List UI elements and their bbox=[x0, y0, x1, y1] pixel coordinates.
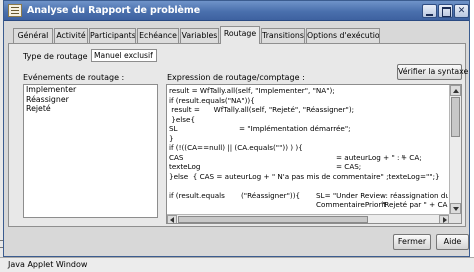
code-segment: }else { CAS = auteurLog + " N'a pas mis … bbox=[169, 171, 440, 181]
tab-ech-ance[interactable]: Echéance bbox=[137, 28, 179, 43]
code-segment: = auteurLog + " : " bbox=[336, 152, 406, 162]
routing-panel: Type de routage : Manuel exclusif Evénem… bbox=[8, 43, 468, 227]
horizontal-scrollbar[interactable] bbox=[167, 214, 449, 223]
code-segment: = "Implémentation démarrée"; bbox=[239, 124, 351, 133]
code-line: CAS = auteurLog + " : " + CA; bbox=[169, 153, 448, 163]
tab-transitions[interactable]: Transitions bbox=[261, 28, 305, 43]
code-segment: "Rejeté par " + CA bbox=[381, 200, 448, 209]
code-line: if (result.equals("NA")){ bbox=[169, 96, 448, 106]
close-window-button[interactable]: ✕ bbox=[454, 4, 469, 18]
list-item[interactable]: Rejeté bbox=[24, 104, 157, 114]
code-segment: if (!((CA==null) || (CA.equals("")) ) ){ bbox=[169, 143, 303, 152]
window-title: Analyse du Rapport de problème bbox=[27, 5, 201, 16]
minimize-button[interactable] bbox=[422, 4, 437, 18]
close-button[interactable]: Fermer bbox=[393, 234, 431, 250]
code-segment: SL= "Under Review: réassignation du RP d… bbox=[316, 190, 448, 200]
document-icon bbox=[8, 4, 22, 17]
tab-participants[interactable]: Participants bbox=[89, 28, 136, 43]
code-line: CommentairePriorit "Rejeté par " + CA bbox=[169, 200, 448, 210]
code-line: result = WfTally.all(self, "Rejeté", "Ré… bbox=[169, 105, 448, 115]
code-line: if (!((CA==null) || (CA.equals("")) ) ){ bbox=[169, 143, 448, 153]
horizontal-scroll-thumb[interactable] bbox=[178, 216, 368, 223]
code-text-area[interactable]: result = WfTally.all(self, "Implementer"… bbox=[167, 85, 448, 214]
routing-expression-label: Expression de routage/comptage : bbox=[167, 73, 305, 82]
list-item[interactable]: Implementer bbox=[24, 85, 157, 95]
tab-activit[interactable]: Activité bbox=[54, 28, 88, 43]
code-line: SL = "Implémentation démarrée"; bbox=[169, 124, 448, 134]
code-segment: result = WfTally.all(self, "Implementer"… bbox=[169, 86, 335, 95]
tab-g-n-ral[interactable]: Général bbox=[13, 28, 53, 43]
code-line: }else { CAS = auteurLog + " N'a pas mis … bbox=[169, 172, 448, 182]
tab-routage[interactable]: Routage bbox=[220, 26, 260, 44]
scroll-up-arrow-icon[interactable] bbox=[450, 85, 461, 96]
routing-type-label: Type de routage : bbox=[23, 52, 93, 61]
code-line: } bbox=[169, 134, 448, 144]
code-line: result = WfTally.all(self, "Implementer"… bbox=[169, 86, 448, 96]
code-segment: CommentairePriorit bbox=[316, 200, 387, 209]
code-segment: SL bbox=[169, 124, 178, 133]
code-line: texteLog = CAS; bbox=[169, 162, 448, 172]
code-segment: texteLog bbox=[169, 162, 201, 171]
code-segment: }else{ bbox=[169, 114, 196, 124]
code-line: }else{ bbox=[169, 115, 448, 125]
code-segment: if (result.equals("NA")){ bbox=[169, 95, 255, 105]
tab-bar: Général Activité Participants Echéance Varia… bbox=[8, 26, 466, 44]
code-line: if (result.equals ("Réassigner")){ SL= "Un… bbox=[169, 191, 448, 201]
vertical-scrollbar[interactable] bbox=[449, 85, 461, 214]
code-segment: CAS bbox=[169, 152, 184, 162]
verify-syntax-button[interactable]: Vérifier la syntaxe bbox=[397, 64, 468, 80]
tab-variables[interactable]: Variables bbox=[180, 28, 219, 43]
scroll-left-arrow-icon[interactable] bbox=[167, 215, 177, 223]
code-segment: + CA; bbox=[401, 152, 422, 162]
code-segment: if (result.equals bbox=[169, 190, 225, 200]
code-segment: = CAS; bbox=[336, 162, 362, 171]
applet-status-text: Java Applet Window bbox=[8, 260, 88, 269]
vertical-scroll-thumb[interactable] bbox=[451, 97, 460, 137]
routing-events-label: Evénements de routage : bbox=[23, 73, 125, 82]
dialog-window: Analyse du Rapport de problème ✕ Général… bbox=[3, 0, 470, 257]
maximize-button[interactable] bbox=[438, 4, 453, 18]
routing-type-field[interactable]: Manuel exclusif bbox=[91, 49, 157, 62]
code-segment: ("Réassigner")){ bbox=[241, 190, 301, 200]
tab-options-d-ex-cution[interactable]: Options d'exécution bbox=[306, 28, 380, 43]
code-segment: result = WfTally.all(self, "Rejeté", "Ré… bbox=[169, 105, 355, 114]
title-bar[interactable]: Analyse du Rapport de problème ✕ bbox=[4, 1, 469, 21]
routing-events-list[interactable]: Implementer Réassigner Rejeté bbox=[23, 84, 158, 218]
scroll-corner bbox=[449, 214, 461, 223]
code-segment: } bbox=[169, 133, 174, 143]
routing-expression-editor[interactable]: result = WfTally.all(self, "Implementer"… bbox=[166, 84, 462, 224]
scroll-right-arrow-icon[interactable] bbox=[439, 215, 449, 223]
help-button[interactable]: Aide bbox=[436, 234, 469, 250]
scroll-down-arrow-icon[interactable] bbox=[450, 203, 461, 214]
list-item[interactable]: Réassigner bbox=[24, 95, 157, 105]
applet-status-bar: Java Applet Window bbox=[0, 257, 474, 272]
